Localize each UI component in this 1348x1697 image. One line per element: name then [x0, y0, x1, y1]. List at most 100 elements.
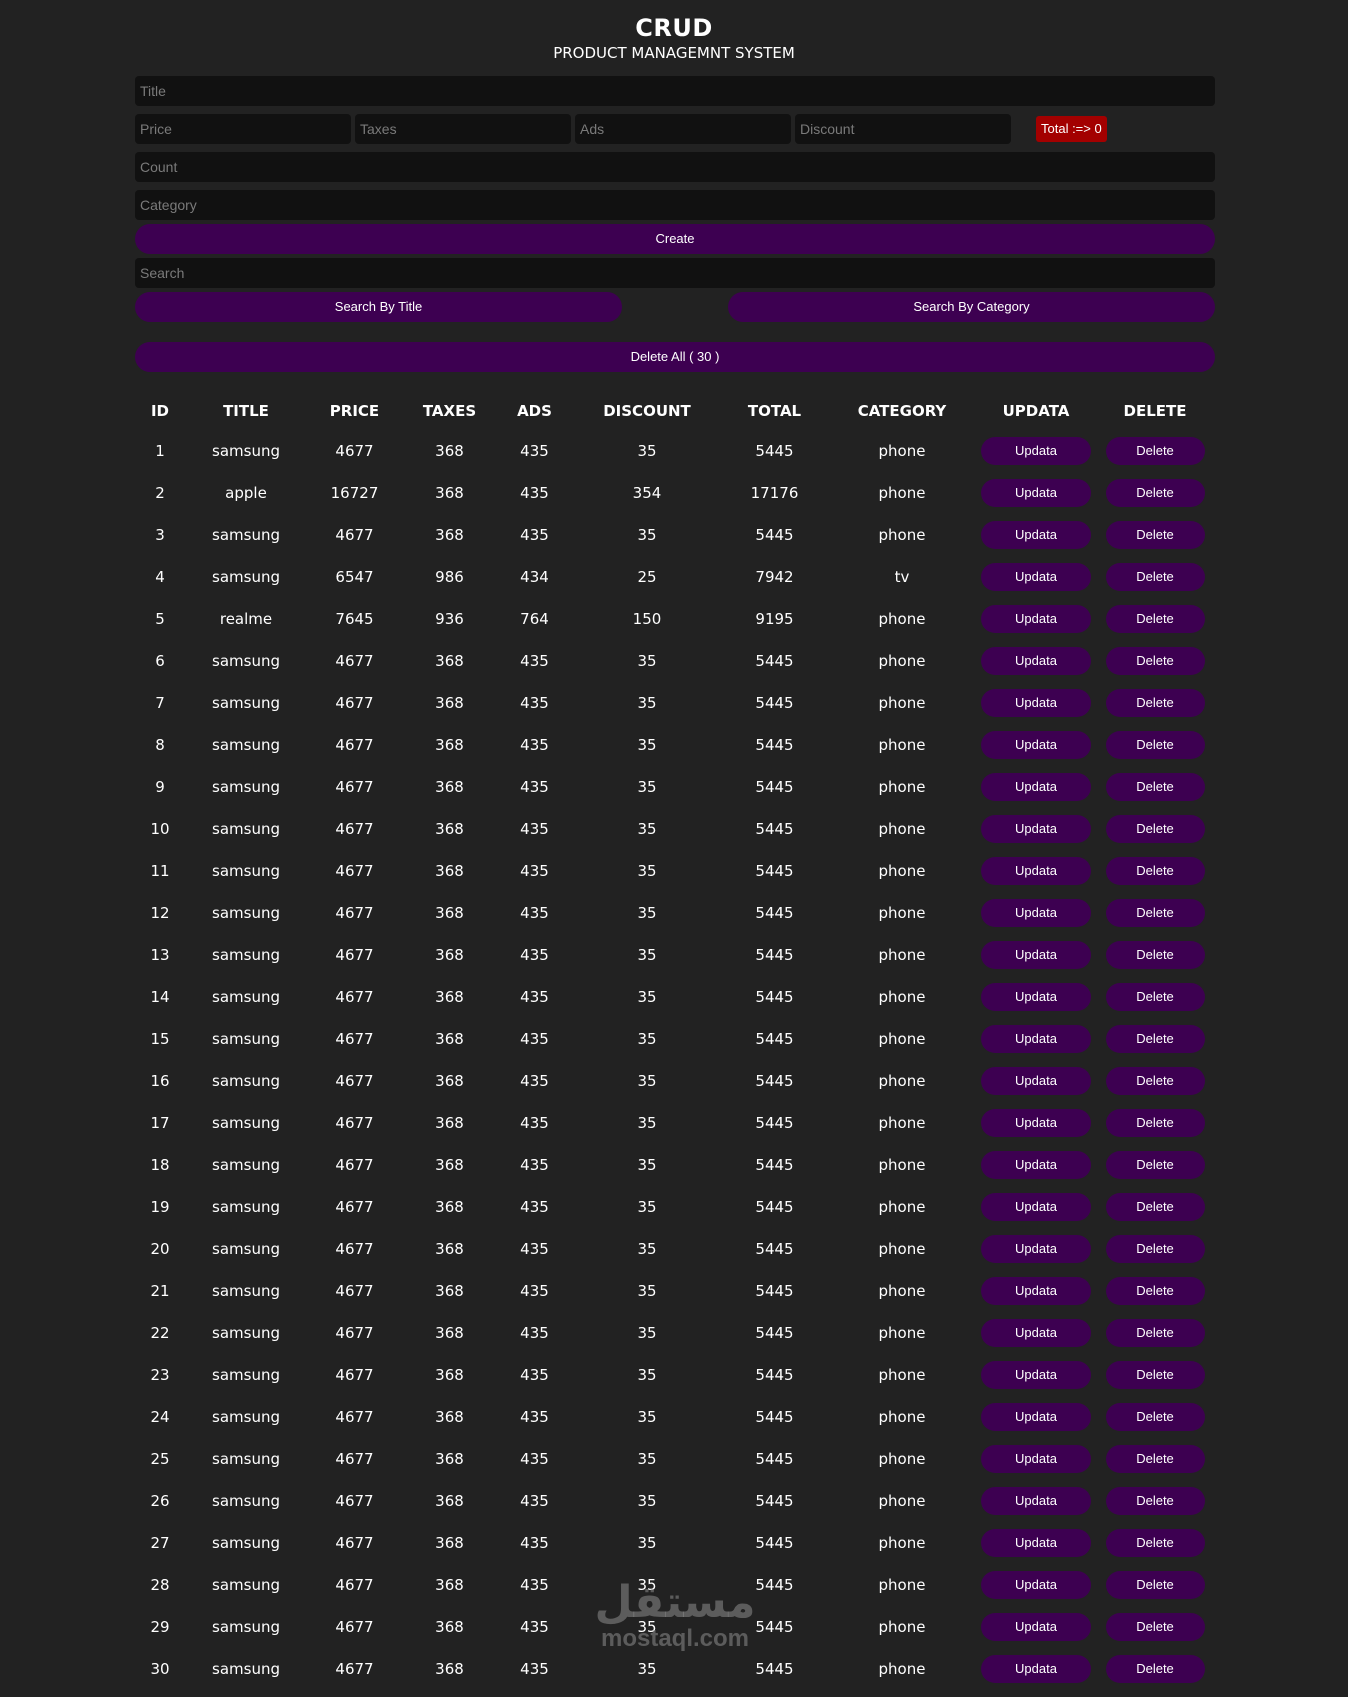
update-button[interactable]: Updata: [981, 1319, 1091, 1347]
update-button[interactable]: Updata: [981, 941, 1091, 969]
search-by-title-button[interactable]: Search By Title: [135, 292, 622, 322]
delete-button[interactable]: Delete: [1105, 1067, 1205, 1095]
cell-id: 27: [150, 1534, 170, 1552]
delete-button[interactable]: Delete: [1105, 563, 1205, 591]
update-button[interactable]: Updata: [981, 983, 1091, 1011]
delete-button[interactable]: Delete: [1105, 857, 1205, 885]
cell-ads: 435: [520, 694, 549, 712]
delete-button[interactable]: Delete: [1105, 1571, 1205, 1599]
search-input[interactable]: [135, 258, 1215, 288]
cell-id: 25: [150, 1450, 170, 1468]
update-button[interactable]: Updata: [981, 1025, 1091, 1053]
delete-button[interactable]: Delete: [1105, 1529, 1205, 1557]
update-button[interactable]: Updata: [981, 1067, 1091, 1095]
update-button[interactable]: Updata: [981, 1193, 1091, 1221]
delete-button[interactable]: Delete: [1105, 731, 1205, 759]
title-input[interactable]: [135, 76, 1215, 106]
header: CRUD PRODUCT MANAGEMNT SYSTEM: [0, 0, 1348, 63]
update-button[interactable]: Updata: [981, 605, 1091, 633]
update-button[interactable]: Updata: [981, 563, 1091, 591]
cell-title: samsung: [212, 694, 280, 712]
count-input[interactable]: [135, 152, 1215, 182]
update-button[interactable]: Updata: [981, 731, 1091, 759]
update-button[interactable]: Updata: [981, 437, 1091, 465]
update-button[interactable]: Updata: [981, 857, 1091, 885]
price-input[interactable]: [135, 114, 351, 144]
update-button[interactable]: Updata: [981, 1655, 1091, 1683]
category-input[interactable]: [135, 190, 1215, 220]
cell-update: Updata: [977, 1312, 1095, 1354]
delete-button[interactable]: Delete: [1105, 1151, 1205, 1179]
delete-button[interactable]: Delete: [1105, 815, 1205, 843]
delete-button[interactable]: Delete: [1105, 899, 1205, 927]
table-row: 18 samsung 4677 368 435 35 5445 phone Updata Dele…: [135, 1144, 1215, 1186]
delete-button[interactable]: Delete: [1105, 1403, 1205, 1431]
cell-taxes: 368: [435, 862, 464, 880]
delete-button[interactable]: Delete: [1105, 647, 1205, 675]
delete-button[interactable]: Delete: [1105, 1613, 1205, 1641]
discount-input[interactable]: [795, 114, 1011, 144]
cell-ads: 435: [520, 1114, 549, 1132]
cell-ads: 435: [520, 1324, 549, 1342]
cell-delete: Delete: [1095, 1312, 1215, 1354]
delete-button[interactable]: Delete: [1105, 1193, 1205, 1221]
update-button[interactable]: Updata: [981, 1613, 1091, 1641]
update-button[interactable]: Updata: [981, 1571, 1091, 1599]
cell-ads: 435: [520, 1618, 549, 1636]
taxes-input[interactable]: [355, 114, 571, 144]
delete-button[interactable]: Delete: [1105, 1235, 1205, 1263]
cell-price: 4677: [335, 1240, 374, 1258]
delete-button[interactable]: Delete: [1105, 1655, 1205, 1683]
update-button[interactable]: Updata: [981, 1445, 1091, 1473]
cell-category: phone: [878, 1660, 926, 1678]
delete-button[interactable]: Delete: [1105, 689, 1205, 717]
cell-title: samsung: [212, 1534, 280, 1552]
update-button[interactable]: Updata: [981, 1277, 1091, 1305]
delete-button[interactable]: Delete: [1105, 521, 1205, 549]
delete-button[interactable]: Delete: [1105, 1277, 1205, 1305]
cell-total: 5445: [755, 1072, 794, 1090]
delete-button[interactable]: Delete: [1105, 983, 1205, 1011]
update-button[interactable]: Updata: [981, 689, 1091, 717]
cell-update: Updata: [977, 514, 1095, 556]
update-button[interactable]: Updata: [981, 1529, 1091, 1557]
cell-delete: Delete: [1095, 1396, 1215, 1438]
update-button[interactable]: Updata: [981, 899, 1091, 927]
delete-all-button[interactable]: Delete All ( 30 ): [135, 342, 1215, 372]
cell-discount: 35: [637, 1114, 657, 1132]
cell-discount: 35: [637, 1198, 657, 1216]
delete-button[interactable]: Delete: [1105, 1025, 1205, 1053]
cell-ads: 435: [520, 1198, 549, 1216]
search-by-category-button[interactable]: Search By Category: [728, 292, 1215, 322]
update-button[interactable]: Updata: [981, 1361, 1091, 1389]
cell-ads: 435: [520, 736, 549, 754]
cell-id: 7: [155, 694, 165, 712]
update-button[interactable]: Updata: [981, 1487, 1091, 1515]
delete-button[interactable]: Delete: [1105, 1487, 1205, 1515]
delete-button[interactable]: Delete: [1105, 1445, 1205, 1473]
update-button[interactable]: Updata: [981, 1235, 1091, 1263]
cell-title: samsung: [212, 1240, 280, 1258]
update-button[interactable]: Updata: [981, 815, 1091, 843]
create-button[interactable]: Create: [135, 224, 1215, 254]
delete-button[interactable]: Delete: [1105, 1109, 1205, 1137]
delete-button[interactable]: Delete: [1105, 437, 1205, 465]
cell-total: 9195: [755, 610, 794, 628]
update-button[interactable]: Updata: [981, 479, 1091, 507]
update-button[interactable]: Updata: [981, 773, 1091, 801]
delete-button[interactable]: Delete: [1105, 773, 1205, 801]
update-button[interactable]: Updata: [981, 647, 1091, 675]
cell-total: 5445: [755, 946, 794, 964]
update-button[interactable]: Updata: [981, 1109, 1091, 1137]
delete-button[interactable]: Delete: [1105, 605, 1205, 633]
delete-button[interactable]: Delete: [1105, 1361, 1205, 1389]
update-button[interactable]: Updata: [981, 521, 1091, 549]
delete-button[interactable]: Delete: [1105, 1319, 1205, 1347]
delete-button[interactable]: Delete: [1105, 941, 1205, 969]
update-button[interactable]: Updata: [981, 1403, 1091, 1431]
cell-update: Updata: [977, 682, 1095, 724]
update-button[interactable]: Updata: [981, 1151, 1091, 1179]
delete-button[interactable]: Delete: [1105, 479, 1205, 507]
cell-total: 5445: [755, 904, 794, 922]
ads-input[interactable]: [575, 114, 791, 144]
